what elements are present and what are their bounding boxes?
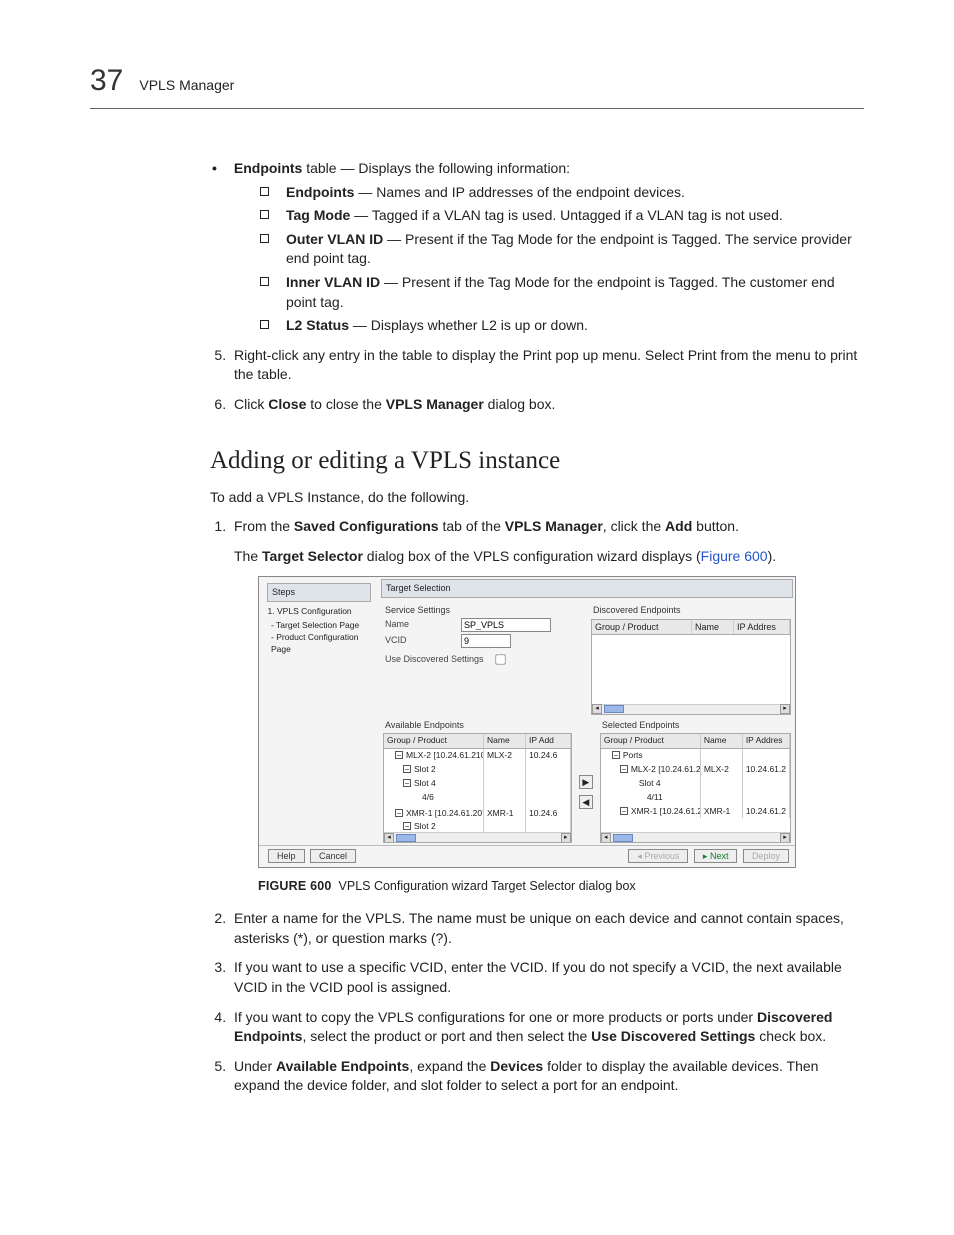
section-intro: To add a VPLS Instance, do the following… [210,488,864,508]
disc-col-ip: IP Addres [734,620,790,635]
previous-button: ◂ Previous [628,849,688,863]
table-row[interactable]: 4/6 [384,791,571,805]
target-selection-title: Target Selection [381,579,793,598]
table-row[interactable]: Slot 4 [601,777,790,791]
page-header: 37 VPLS Manager [90,60,864,109]
figure-caption: FIGURE 600 VPLS Configuration wizard Tar… [258,878,864,896]
name-input[interactable] [461,618,551,632]
wizard-step-product[interactable]: Product Configuration Page [271,632,373,656]
help-button[interactable]: Help [268,849,305,863]
table-row[interactable]: −Slot 4 [384,777,571,791]
next-button[interactable]: ▸ Next [694,849,738,863]
wizard-main: Target Selection Service Settings Name V… [379,577,795,845]
wizard-root: VPLS Configuration [277,606,373,618]
disc-scrollbar[interactable]: ◂ ▸ [592,704,790,714]
upper-content: Endpoints table — Displays the following… [210,159,864,415]
wizard-footer: Help Cancel ◂ Previous ▸ Next Deploy [259,845,795,867]
discovered-grid: Group / Product Name IP Addres ◂ ▸ [591,619,791,715]
proc-step-4: If you want to copy the VPLS configurati… [230,1008,864,1047]
step1-note: The Target Selector dialog box of the VP… [234,547,864,567]
disc-col-gp: Group / Product [592,620,692,635]
figure-ref-link[interactable]: Figure 600 [701,548,768,564]
deploy-button: Deploy [743,849,789,863]
scroll-right-icon[interactable]: ▸ [780,704,790,714]
selected-grid[interactable]: Group / Product Name IP Addres −Ports−ML… [600,733,791,843]
disc-col-name: Name [692,620,734,635]
use-discovered-label: Use Discovered Settings [385,653,484,666]
table-row[interactable]: 4/11 [601,791,790,805]
table-row[interactable]: −Slot 2 [384,763,571,777]
avail-scrollbar[interactable]: ◂ ▸ [384,832,571,842]
proc-step-1: From the Saved Configurations tab of the… [230,517,864,895]
vcid-input[interactable] [461,634,511,648]
table-row[interactable]: −MLX-2 [10.24.61.210]MLX-210.24.61.2 [601,763,790,777]
scroll-left-icon[interactable]: ◂ [592,704,602,714]
table-row[interactable]: −XMR-1 [10.24.61.207]XMR-110.24.6 [384,807,571,821]
proc-step-3: If you want to use a specific VCID, ente… [230,958,864,997]
cancel-button[interactable]: Cancel [310,849,356,863]
endpoints-bold: Endpoints [234,160,302,176]
use-discovered-checkbox[interactable] [495,654,505,664]
page-number: 37 [90,60,123,102]
endpoints-table-line: Endpoints table — Displays the following… [230,159,864,336]
wizard-step-target[interactable]: Target Selection Page [271,620,373,632]
endpoints-rest: table — Displays the following informati… [302,160,570,176]
transfer-arrows: ▶ ◀ [576,717,596,846]
sub-l2status: L2 Status — Displays whether L2 is up or… [286,316,864,336]
available-title: Available Endpoints [379,717,576,732]
page-title: VPLS Manager [139,76,234,96]
service-settings-label: Service Settings [379,602,587,617]
table-row[interactable]: −XMR-1 [10.24.61.207]XMR-110.24.61.2 [601,805,790,819]
proc-step-5: Under Available Endpoints, expand the De… [230,1057,864,1096]
sub-outervlan: Outer VLAN ID — Present if the Tag Mode … [286,230,864,269]
vcid-label: VCID [385,634,461,647]
move-right-button[interactable]: ▶ [579,775,593,789]
table-row[interactable]: −MLX-2 [10.24.61.210]MLX-210.24.6 [384,749,571,763]
discovered-title: Discovered Endpoints [587,602,795,617]
scroll-thumb[interactable] [604,705,624,713]
proc-step-2: Enter a name for the VPLS. The name must… [230,909,864,948]
available-grid[interactable]: Group / Product Name IP Add −MLX-2 [10.2… [383,733,572,843]
steps-title: Steps [267,583,371,602]
step-5: Right-click any entry in the table to di… [230,346,864,385]
sub-tagmode: Tag Mode — Tagged if a VLAN tag is used.… [286,206,864,226]
table-row[interactable]: −Ports [601,749,790,763]
sub-innervlan: Inner VLAN ID — Present if the Tag Mode … [286,273,864,312]
figure-600: Steps VPLS Configuration Target Selectio… [258,576,796,867]
sub-endpoints: Endpoints — Names and IP addresses of th… [286,183,864,203]
selected-title: Selected Endpoints [596,717,795,732]
wizard-steps-panel: Steps VPLS Configuration Target Selectio… [259,577,379,845]
name-label: Name [385,618,461,631]
sel-scrollbar[interactable]: ◂ ▸ [601,832,790,842]
move-left-button[interactable]: ◀ [579,795,593,809]
step-6: Click Close to close the VPLS Manager di… [230,395,864,415]
section-heading: Adding or editing a VPLS instance [210,443,864,478]
